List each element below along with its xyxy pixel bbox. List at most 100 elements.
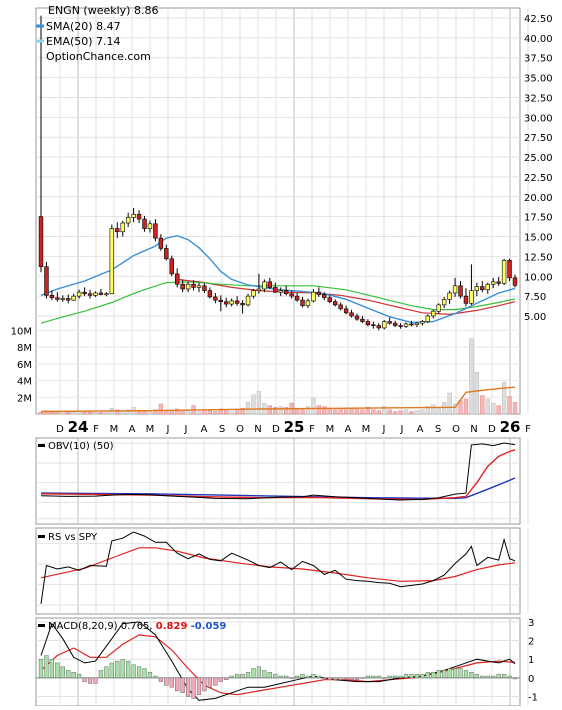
macd-tick-label: 0 xyxy=(528,674,534,685)
macd-histogram-bar xyxy=(398,675,403,679)
candle-body xyxy=(164,248,169,260)
candle-body xyxy=(463,295,469,304)
month-tick-label: J xyxy=(184,424,188,435)
volume-bar xyxy=(491,402,496,415)
candle-body xyxy=(76,291,82,297)
volume-bar xyxy=(354,407,360,415)
volume-bar xyxy=(311,397,316,415)
candle-body xyxy=(202,285,207,291)
macd-histogram-bar xyxy=(109,662,114,679)
candle-body xyxy=(71,295,76,301)
volume-bar xyxy=(333,409,338,415)
macd-tick-label: 3 xyxy=(528,618,534,629)
month-tick-label: A xyxy=(417,424,424,435)
volume-bar xyxy=(469,338,474,415)
macd-histogram-bar xyxy=(66,670,71,679)
candle-body xyxy=(256,288,262,291)
macd-histogram-bar xyxy=(77,673,82,679)
candle-body xyxy=(441,299,447,306)
candle-body xyxy=(365,321,371,326)
candle-body xyxy=(196,285,202,288)
candle-body xyxy=(300,299,305,306)
candle-body xyxy=(278,290,283,293)
candle-body xyxy=(349,312,354,317)
macd-histogram-bar xyxy=(393,675,398,679)
volume-bar xyxy=(278,406,283,415)
macd-histogram-bar xyxy=(93,677,98,684)
macd-histogram-bar xyxy=(431,672,436,679)
price-tick-label: 7.50 xyxy=(524,292,546,303)
volume-bar xyxy=(414,410,420,415)
price-panel xyxy=(35,7,521,415)
month-tick-label: J xyxy=(166,424,170,435)
candle-body xyxy=(273,287,278,293)
candle-body xyxy=(452,285,458,294)
month-tick-label: M xyxy=(146,424,155,435)
volume-bar xyxy=(512,402,518,415)
candle-body xyxy=(382,321,387,329)
macd-histogram-bar xyxy=(414,673,420,679)
macd-histogram-bar xyxy=(87,677,93,684)
obv-label: OBV(10) (50) xyxy=(48,441,114,452)
volume-bar xyxy=(234,410,240,415)
macd-histogram-bar xyxy=(104,666,109,679)
macd-histogram-bar xyxy=(240,673,245,679)
candle-body xyxy=(55,297,60,300)
macd-histogram-bar xyxy=(382,677,387,679)
candle-body xyxy=(240,302,245,306)
rs-legend-swatch xyxy=(38,535,45,538)
candle-body xyxy=(44,266,49,296)
macd-histogram-bar xyxy=(376,675,381,679)
month-tick-label: J xyxy=(382,424,386,435)
volume-tick-label: 6M xyxy=(17,360,32,371)
candle-body xyxy=(458,285,463,297)
candle-body xyxy=(425,315,431,322)
price-tick-label: 5.00 xyxy=(524,312,546,323)
candle-body xyxy=(311,291,316,302)
price-tick-label: 30.00 xyxy=(524,113,553,124)
volume-bar xyxy=(229,411,234,415)
volume-bar xyxy=(104,412,109,415)
macd-histogram-bar xyxy=(115,660,120,679)
macd-histogram-bar xyxy=(251,668,256,679)
month-tick-label: M xyxy=(326,424,335,435)
macd-histogram-bar xyxy=(284,675,289,679)
candle-body xyxy=(294,295,300,301)
macd-label: MACD(8,20,9) 0.765, 0.829 -0.059 xyxy=(48,621,226,632)
macd-histogram-bar xyxy=(425,672,430,679)
month-tick-label: D xyxy=(272,424,280,435)
candle-body xyxy=(125,217,131,224)
month-tick-label: S xyxy=(219,424,225,435)
price-tick-label: 40.00 xyxy=(524,34,553,45)
macd-histogram-bar xyxy=(202,677,207,692)
candle-body xyxy=(338,304,343,310)
candle-body xyxy=(512,277,518,286)
macd-histogram-bar xyxy=(142,668,147,679)
volume-bar xyxy=(196,411,202,415)
volume-bar xyxy=(447,392,452,415)
macd-histogram-bar xyxy=(371,675,376,679)
macd-histogram-bar xyxy=(175,677,180,692)
volume-tick-label: 4M xyxy=(17,377,32,388)
volume-bar xyxy=(305,406,311,415)
volume-bar xyxy=(207,410,213,415)
price-tick-label: 27.50 xyxy=(524,133,553,144)
volume-bar xyxy=(251,394,256,415)
obv-legend-swatch xyxy=(38,444,45,447)
macd-histogram-bar xyxy=(289,677,294,679)
macd-histogram-bar xyxy=(403,673,409,679)
macd-histogram-bar xyxy=(278,675,283,679)
volume-bar xyxy=(463,398,469,415)
macd-histogram-bar xyxy=(256,666,262,679)
month-tick-label: 26 xyxy=(500,418,521,436)
macd-histogram-bar xyxy=(147,672,153,679)
macd-histogram-bar xyxy=(436,670,441,679)
stock-chart: D 24 F M A M J J A S O N D 25 F M A M J J A S O N D 26 F 42.50 40.00… xyxy=(0,0,562,707)
macd-histogram-bar xyxy=(343,677,349,679)
volume-bar xyxy=(267,405,272,415)
macd-histogram-bar xyxy=(213,677,218,686)
candle-body xyxy=(180,283,185,290)
candle-body xyxy=(403,323,409,327)
volume-bar xyxy=(316,405,322,415)
macd-histogram-bar xyxy=(485,675,490,679)
